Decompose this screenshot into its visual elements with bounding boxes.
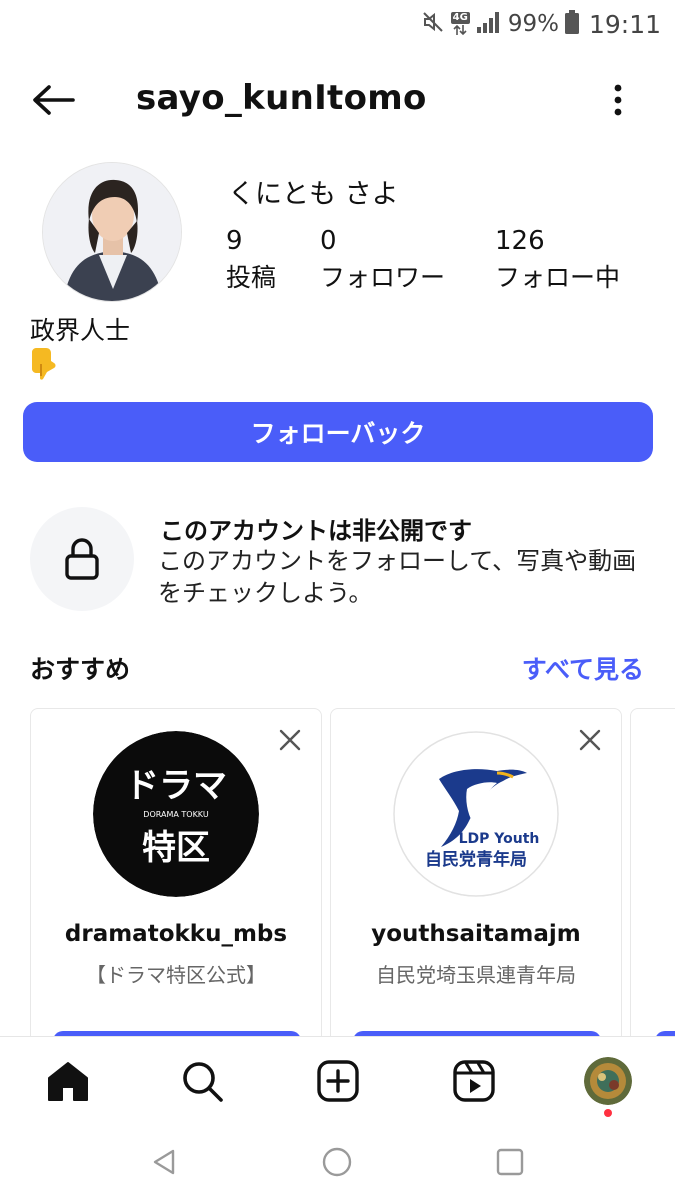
arrow-left-icon xyxy=(33,85,75,115)
mute-icon xyxy=(421,10,445,38)
system-recents-button[interactable] xyxy=(490,1142,530,1182)
data-arrows-icon xyxy=(453,24,467,36)
follow-back-button[interactable]: フォローバック xyxy=(23,402,653,462)
stat-followers-count: 0 xyxy=(320,226,337,256)
suggested-account-avatar[interactable]: LDP Youth 自民党青年局 xyxy=(393,731,559,897)
stat-following-label: フォロー中 xyxy=(495,263,621,292)
point-down-emoji xyxy=(30,346,62,380)
nav-reels[interactable] xyxy=(448,1055,500,1107)
private-title: このアカウントは非公開です xyxy=(160,517,472,545)
suggested-account-username: dramatokku_mbs xyxy=(64,921,288,947)
clock: 19:11 xyxy=(588,9,661,39)
suggested-account-card[interactable] xyxy=(630,708,675,1048)
suggested-account-username: youthsaitamajm xyxy=(371,921,581,947)
suggested-account-subtitle: 【ドラマ特区公式】 xyxy=(86,963,266,987)
suggested-account-card[interactable]: LDP Youth 自民党青年局 youthsaitamajm 自民党埼玉県連青… xyxy=(330,708,622,1048)
nav-search[interactable] xyxy=(176,1055,228,1107)
profile-avatar[interactable] xyxy=(42,162,182,302)
profile-photo xyxy=(43,163,181,301)
recommendations-title: おすすめ xyxy=(30,655,131,684)
nav-profile[interactable] xyxy=(582,1055,634,1117)
stat-followers-label: フォロワー xyxy=(320,263,446,292)
back-button[interactable] xyxy=(28,78,78,122)
logo-text-mid: DORAMA TOKKU xyxy=(143,810,209,819)
profile-username: sayo_kunItomo xyxy=(136,78,427,118)
system-back-button[interactable] xyxy=(144,1142,184,1182)
logo-text-bottom: 自民党青年局 xyxy=(425,849,527,870)
profile-icon xyxy=(584,1057,632,1105)
system-home-button[interactable] xyxy=(317,1142,357,1182)
logo-text-bottom: 特区 xyxy=(142,828,210,868)
more-options-button[interactable] xyxy=(603,80,633,120)
suggested-account-avatar[interactable]: ドラマ DORAMA TOKKU 特区 xyxy=(93,731,259,897)
network-type-label: 4G xyxy=(450,12,470,24)
lock-icon xyxy=(65,538,99,580)
create-icon xyxy=(317,1060,359,1102)
private-account-notice: このアカウントは非公開です このアカウントをフォローして、写真や動画をチェックし… xyxy=(30,505,650,615)
close-icon xyxy=(579,729,601,751)
dorama-tokku-logo: ドラマ DORAMA TOKKU 特区 xyxy=(93,731,259,897)
dismiss-button[interactable] xyxy=(575,725,605,755)
square-recents-icon xyxy=(496,1148,524,1176)
system-navigation xyxy=(0,1128,675,1200)
logo-text-top: ドラマ xyxy=(125,766,227,806)
logo-text-top: LDP Youth xyxy=(459,831,540,847)
network-type-icon: 4G xyxy=(450,12,470,36)
status-bar: 4G 99% 19:11 xyxy=(0,0,675,48)
signal-icon xyxy=(476,10,502,38)
close-icon xyxy=(279,729,301,751)
battery-percent: 99% xyxy=(507,11,559,37)
suggested-account-subtitle: 自民党埼玉県連青年局 xyxy=(376,963,576,987)
bottom-nav xyxy=(0,1036,675,1128)
triangle-back-icon xyxy=(153,1149,175,1175)
stat-followers[interactable]: 0 フォロワー xyxy=(320,226,445,294)
profile-display-name: くにとも さよ xyxy=(228,179,399,210)
more-vertical-icon xyxy=(614,84,622,116)
stat-posts-label: 投稿 xyxy=(226,263,277,292)
stat-following-count: 126 xyxy=(495,226,545,256)
reels-icon xyxy=(453,1060,495,1102)
home-icon xyxy=(48,1062,88,1101)
search-icon xyxy=(183,1062,223,1102)
profile-bio: 政界人士 xyxy=(30,316,131,345)
see-all-link[interactable]: すべて見る xyxy=(522,650,644,686)
battery-icon xyxy=(564,10,579,38)
lock-badge xyxy=(30,507,134,611)
recommendations-header: おすすめ すべて見る xyxy=(30,648,644,688)
status-icons: 4G 99% 19:11 xyxy=(421,8,661,40)
stat-following[interactable]: 126 フォロー中 xyxy=(495,226,620,294)
nav-create[interactable] xyxy=(312,1055,364,1107)
profile-header: sayo_kunItomo xyxy=(0,70,675,130)
nav-home[interactable] xyxy=(42,1055,94,1107)
notification-dot xyxy=(604,1109,612,1117)
stat-posts[interactable]: 9 投稿 xyxy=(226,226,276,294)
circle-home-icon xyxy=(322,1147,352,1177)
dismiss-button[interactable] xyxy=(275,725,305,755)
suggested-account-card[interactable]: ドラマ DORAMA TOKKU 特区 dramatokku_mbs 【ドラマ特… xyxy=(30,708,322,1048)
ldp-youth-logo: LDP Youth 自民党青年局 xyxy=(393,731,559,897)
private-description: このアカウントをフォローして、写真や動画をチェックしよう。 xyxy=(158,547,637,607)
stat-posts-count: 9 xyxy=(226,226,243,256)
